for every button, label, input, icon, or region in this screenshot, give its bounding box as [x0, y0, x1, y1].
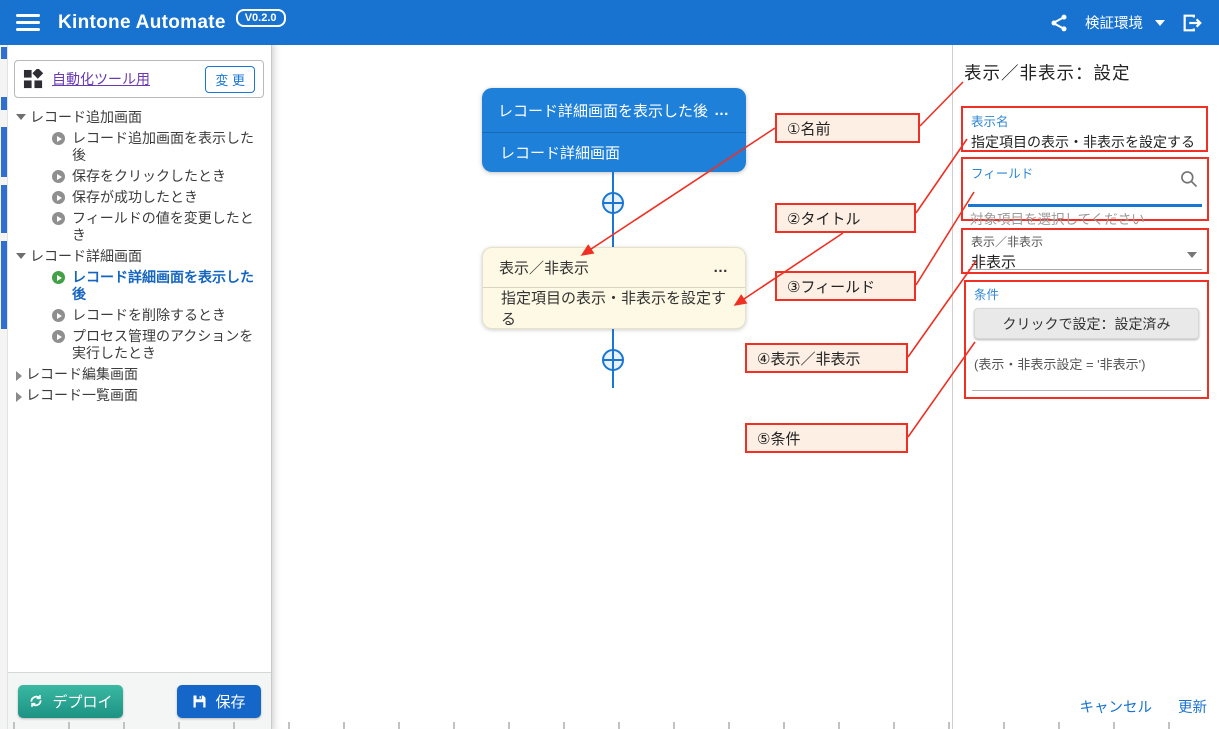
- more-menu-icon[interactable]: …: [713, 259, 729, 276]
- field-label: フィールド: [971, 163, 1199, 182]
- trigger-tree: レコード追加画面 レコード追加画面を表示した後 保存をクリックしたとき 保存が成…: [14, 107, 266, 406]
- sidebar: 自動化ツール用 変 更 レコード追加画面 レコード追加画面を表示した後 保存をク…: [8, 45, 272, 729]
- tree-item-detail-shown-active[interactable]: レコード詳細画面を表示した後: [14, 267, 266, 305]
- chevron-down-icon[interactable]: [1155, 20, 1165, 26]
- app-link[interactable]: 自動化ツール用: [52, 69, 150, 89]
- tree-item-save-clicked[interactable]: 保存をクリックしたとき: [14, 166, 266, 187]
- environment-selector[interactable]: 検証環境: [1085, 12, 1143, 33]
- save-button[interactable]: 保存: [177, 685, 261, 718]
- hamburger-menu-icon[interactable]: [16, 14, 40, 31]
- condition-setting-button[interactable]: クリックで設定：設定済み: [974, 308, 1199, 339]
- cancel-button[interactable]: キャンセル: [1080, 696, 1153, 717]
- action-node-subtitle[interactable]: 指定項目の表示・非表示を設定する: [483, 288, 745, 328]
- add-step-button[interactable]: [602, 192, 624, 214]
- condition-expression: (表示・非表示設定 = '非表示'): [974, 354, 1199, 373]
- divider: [972, 390, 1201, 391]
- app-card: 自動化ツール用 変 更: [14, 60, 264, 98]
- event-bullet-icon: [52, 330, 65, 343]
- event-bullet-icon: [52, 309, 65, 322]
- tree-item-record-delete[interactable]: レコードを削除するとき: [14, 305, 266, 326]
- panel-title: 表示／非表示：設定: [964, 60, 1131, 85]
- tree-item-field-changed[interactable]: フィールドの値を変更したとき: [14, 208, 266, 246]
- annotation-title: ②タイトル: [775, 203, 916, 233]
- display-name-value[interactable]: 指定項目の表示・非表示を設定する: [971, 132, 1198, 152]
- annotation-visibility: ④表示／非表示: [745, 343, 908, 373]
- add-step-button[interactable]: [602, 349, 624, 371]
- more-menu-icon[interactable]: …: [714, 102, 730, 119]
- event-bullet-icon-active: [52, 271, 65, 284]
- tree-item-process-action[interactable]: プロセス管理のアクションを実行したとき: [14, 326, 266, 364]
- floppy-disk-icon: [192, 694, 207, 709]
- trigger-node[interactable]: レコード詳細画面を表示した後 … レコード詳細画面: [482, 88, 746, 172]
- app-header: Kintone Automate V0.2.0 検証環境: [0, 0, 1219, 45]
- display-name-section: 表示名 指定項目の表示・非表示を設定する: [961, 106, 1208, 152]
- logout-icon[interactable]: [1181, 12, 1203, 34]
- settings-panel: 表示／非表示：設定 表示名 指定項目の表示・非表示を設定する フィールド 対象項…: [952, 45, 1219, 729]
- select-caret-icon[interactable]: [1187, 252, 1197, 258]
- sync-icon: [28, 693, 44, 709]
- tree-group-record-edit[interactable]: レコード編集画面: [14, 364, 266, 385]
- select-underline: [968, 269, 1202, 270]
- tree-item-add-shown[interactable]: レコード追加画面を表示した後: [14, 128, 266, 166]
- caret-right-icon: [16, 371, 22, 381]
- event-bullet-icon: [52, 132, 65, 145]
- app-title: Kintone Automate: [58, 12, 226, 34]
- annotation-field: ③フィールド: [775, 271, 916, 301]
- scroll-indicator-strip: [0, 45, 8, 729]
- app-grid-icon: [23, 69, 44, 90]
- update-button[interactable]: 更新: [1178, 696, 1207, 717]
- display-name-label: 表示名: [971, 111, 1198, 130]
- search-icon[interactable]: [1179, 169, 1199, 194]
- annotation-name: ①名前: [775, 113, 920, 143]
- visibility-label: 表示／非表示: [971, 233, 1199, 250]
- tree-group-record-detail[interactable]: レコード詳細画面: [14, 246, 266, 267]
- annotation-condition: ⑤条件: [745, 423, 908, 453]
- tree-group-record-list[interactable]: レコード一覧画面: [14, 385, 266, 406]
- tree-group-record-add[interactable]: レコード追加画面: [14, 107, 266, 128]
- change-app-button[interactable]: 変 更: [205, 66, 255, 93]
- event-bullet-icon: [52, 212, 65, 225]
- version-badge: V0.2.0: [236, 9, 286, 27]
- sidebar-footer: デプロイ 保存: [8, 672, 271, 729]
- caret-down-icon: [16, 114, 26, 120]
- action-node[interactable]: 表示／非表示 … 指定項目の表示・非表示を設定する: [482, 247, 746, 329]
- panel-footer: キャンセル 更新: [953, 696, 1219, 717]
- tree-item-save-success[interactable]: 保存が成功したとき: [14, 187, 266, 208]
- field-placeholder: 対象項目を選択してください: [970, 208, 1145, 228]
- field-section: フィールド 対象項目を選択してください: [961, 157, 1209, 221]
- flow-canvas: レコード詳細画面を表示した後 … レコード詳細画面 表示／非表示 … 指定項目の…: [272, 45, 952, 729]
- deploy-button[interactable]: デプロイ: [18, 685, 123, 718]
- ruler-ticks: [13, 722, 1219, 729]
- condition-label: 条件: [974, 284, 1199, 303]
- event-bullet-icon: [52, 191, 65, 204]
- caret-down-icon: [16, 253, 26, 259]
- action-node-header[interactable]: 表示／非表示 …: [483, 248, 745, 288]
- trigger-node-header[interactable]: レコード詳細画面を表示した後 …: [482, 88, 746, 133]
- trigger-node-subtitle[interactable]: レコード詳細画面: [482, 133, 746, 172]
- caret-right-icon: [16, 392, 22, 402]
- field-search-input[interactable]: [968, 204, 1202, 207]
- event-bullet-icon: [52, 170, 65, 183]
- visibility-section: 表示／非表示 非表示: [961, 228, 1209, 274]
- share-icon[interactable]: [1049, 13, 1069, 33]
- kintone-automate-app: Kintone Automate V0.2.0 検証環境 自動化ツール用 変 更: [0, 0, 1219, 729]
- condition-section: 条件 クリックで設定：設定済み (表示・非表示設定 = '非表示'): [964, 280, 1209, 399]
